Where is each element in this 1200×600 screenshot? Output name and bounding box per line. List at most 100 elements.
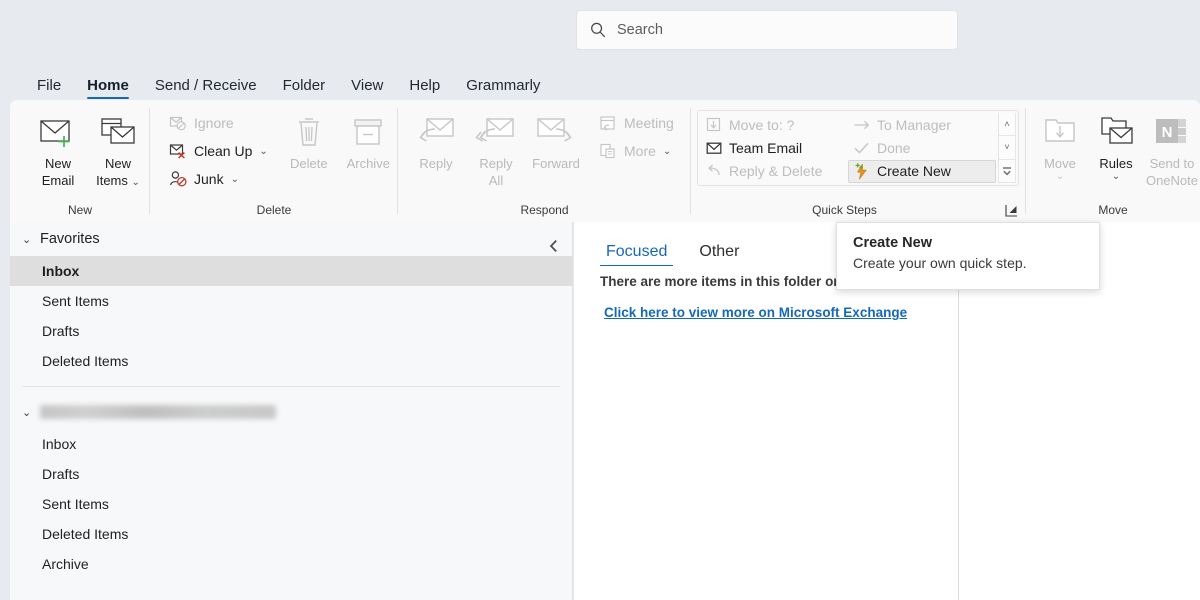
sidebar-item-favorites-drafts[interactable]: Drafts: [10, 316, 572, 346]
meeting-icon: [598, 114, 617, 133]
ribbon-tab-strip: File Home Send / Receive Folder View Hel…: [0, 60, 1200, 100]
new-items-button[interactable]: New Items ⌄: [88, 106, 148, 190]
quick-steps-scrollbar[interactable]: ˄ ˅: [998, 113, 1016, 183]
to-manager-icon: [853, 116, 871, 134]
send-to-onenote-button[interactable]: N Send to OneNote: [1144, 106, 1200, 188]
junk-button[interactable]: Junk ⌄: [162, 166, 279, 192]
tab-focused[interactable]: Focused: [600, 243, 673, 268]
sidebar-item-favorites-sent-items[interactable]: Sent Items: [10, 286, 572, 316]
create-new-tooltip: Create New Create your own quick step.: [836, 222, 1100, 290]
team-email-icon: [705, 139, 723, 157]
move-label: Move: [1044, 156, 1076, 171]
chevron-down-icon[interactable]: ⌄: [259, 146, 267, 157]
sidebar-item-label: Inbox: [42, 436, 76, 452]
chevron-down-icon[interactable]: ⌄: [1056, 171, 1064, 182]
more-respond-button[interactable]: More ⌄: [592, 138, 680, 164]
quick-step-done[interactable]: Done: [848, 136, 996, 159]
new-email-button[interactable]: New Email: [28, 106, 88, 188]
clean-up-button[interactable]: Clean Up ⌄: [162, 138, 279, 164]
sidebar-item-account-archive[interactable]: Archive: [10, 549, 572, 579]
tab-home[interactable]: Home: [74, 78, 142, 100]
quick-step-create-new-label: Create New: [877, 163, 951, 179]
onenote-icon: N: [1152, 110, 1192, 154]
sidebar-item-label: Inbox: [42, 263, 79, 279]
sidebar-item-account-deleted-items[interactable]: Deleted Items: [10, 519, 572, 549]
tooltip-title: Create New: [853, 235, 1083, 251]
reply-button[interactable]: Reply: [406, 106, 466, 171]
nav-group-account[interactable]: ⌄: [10, 395, 572, 429]
junk-icon: [168, 170, 187, 189]
send-to-onenote-label-line1: Send to: [1150, 156, 1195, 171]
chevron-down-icon[interactable]: ⌄: [132, 177, 140, 188]
quick-step-reply-delete[interactable]: Reply & Delete: [700, 160, 848, 183]
send-to-onenote-label-line2: OneNote: [1146, 173, 1198, 188]
ribbon-group-new-label: New: [10, 198, 150, 222]
rules-button[interactable]: Rules ⌄: [1088, 106, 1144, 182]
more-respond-label: More: [624, 143, 656, 159]
chevron-down-icon[interactable]: ⌄: [22, 406, 34, 419]
svg-text:N: N: [1162, 124, 1173, 141]
quick-step-create-new[interactable]: Create New: [848, 160, 996, 183]
quick-steps-scroll-down-button[interactable]: ˅: [999, 136, 1016, 159]
clean-up-icon: [168, 142, 187, 161]
sidebar-item-account-inbox[interactable]: Inbox: [10, 429, 572, 459]
rules-icon: [1097, 110, 1135, 154]
new-items-label-text: Items: [96, 173, 128, 188]
chevron-down-icon[interactable]: ⌄: [22, 233, 34, 246]
sidebar-item-favorites-inbox[interactable]: Inbox: [10, 256, 572, 286]
tab-help[interactable]: Help: [396, 78, 453, 100]
nav-group-favorites[interactable]: ⌄ Favorites: [10, 222, 572, 256]
tab-file[interactable]: File: [24, 78, 74, 100]
ribbon-group-respond-label: Respond: [398, 198, 691, 222]
sidebar-item-account-sent-items[interactable]: Sent Items: [10, 489, 572, 519]
sidebar-item-label: Deleted Items: [42, 526, 128, 542]
tab-send-receive[interactable]: Send / Receive: [142, 78, 270, 100]
quick-steps-more-button[interactable]: [999, 160, 1016, 183]
view-more-exchange-link[interactable]: Click here to view more on Microsoft Exc…: [574, 289, 958, 320]
quick-step-team-email[interactable]: Team Email: [700, 136, 848, 159]
quick-steps-gallery[interactable]: Move to: ? Team Email: [697, 110, 1019, 186]
search-input[interactable]: Search: [576, 10, 958, 50]
dialog-launcher-icon[interactable]: [1002, 201, 1020, 219]
move-button[interactable]: Move ⌄: [1032, 106, 1088, 182]
quick-step-to-manager[interactable]: To Manager: [848, 113, 996, 136]
clean-up-label: Clean Up: [194, 143, 252, 159]
tab-folder[interactable]: Folder: [270, 78, 339, 100]
new-items-label-line1: New: [105, 156, 131, 171]
sidebar-item-favorites-deleted-items[interactable]: Deleted Items: [10, 346, 572, 376]
ignore-button[interactable]: Ignore: [162, 110, 279, 136]
delete-button[interactable]: Delete: [279, 106, 339, 171]
quick-steps-scroll-up-button[interactable]: ˄: [999, 113, 1016, 136]
junk-label: Junk: [194, 171, 224, 187]
reply-all-button[interactable]: Reply All: [466, 106, 526, 188]
tab-other[interactable]: Other: [693, 243, 745, 268]
archive-button[interactable]: Archive: [339, 106, 399, 171]
chevron-down-icon[interactable]: ⌄: [231, 174, 239, 185]
quick-steps-column-1: Move to: ? Team Email: [700, 113, 848, 183]
ribbon-group-quick-steps: Move to: ? Team Email: [691, 100, 1026, 222]
archive-label: Archive: [347, 156, 390, 171]
quick-step-team-email-label: Team Email: [729, 140, 802, 156]
forward-label: Forward: [532, 156, 580, 171]
quick-step-move-to[interactable]: Move to: ?: [700, 113, 848, 136]
reply-delete-icon: [705, 162, 723, 180]
ribbon-group-quick-steps-label: Quick Steps: [691, 198, 1026, 222]
sidebar-item-label: Drafts: [42, 466, 79, 482]
search-icon: [589, 21, 607, 39]
delete-label: Delete: [290, 156, 328, 171]
sidebar-item-label: Deleted Items: [42, 353, 128, 369]
sidebar-item-account-drafts[interactable]: Drafts: [10, 459, 572, 489]
forward-button[interactable]: Forward: [526, 106, 586, 171]
more-respond-icon: [598, 142, 617, 161]
ribbon-group-new: New Email New Items: [10, 100, 150, 222]
tab-view[interactable]: View: [338, 78, 396, 100]
collapse-pane-button[interactable]: [544, 236, 564, 256]
nav-group-favorites-label: Favorites: [40, 231, 100, 247]
chevron-down-icon[interactable]: ⌄: [1112, 171, 1120, 182]
meeting-button[interactable]: Meeting: [592, 110, 680, 136]
tab-grammarly[interactable]: Grammarly: [453, 78, 553, 100]
new-items-icon: [98, 110, 138, 154]
nav-divider: [22, 386, 560, 387]
ignore-label: Ignore: [194, 115, 234, 131]
chevron-down-icon[interactable]: ⌄: [663, 146, 671, 157]
